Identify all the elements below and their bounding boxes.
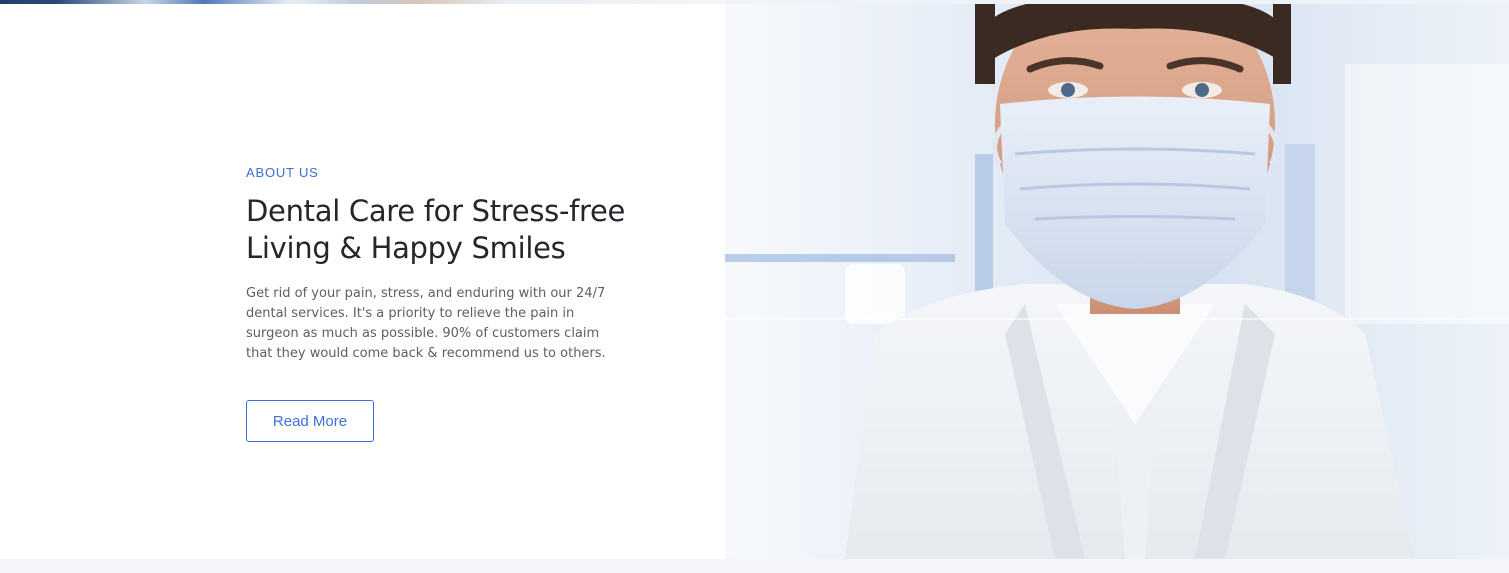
section-description: Get rid of your pain, stress, and enduri… [246,286,606,361]
heading-line-2: Living & Happy Smiles [246,231,566,265]
next-section-edge [0,559,1509,573]
previous-section-image-edge [0,0,725,4]
section-heading: Dental Care for Stress-free Living & Hap… [246,193,646,267]
heading-line-1: Dental Care for Stress-free [246,194,626,228]
about-section: ABOUT US Dental Care for Stress-free Liv… [0,0,1509,573]
dentist-photo [725,4,1509,559]
section-eyebrow: ABOUT US [246,165,319,180]
about-text-block: ABOUT US Dental Care for Stress-free Liv… [246,165,646,364]
dentist-illustration [725,4,1509,559]
read-more-button[interactable]: Read More [246,400,374,442]
